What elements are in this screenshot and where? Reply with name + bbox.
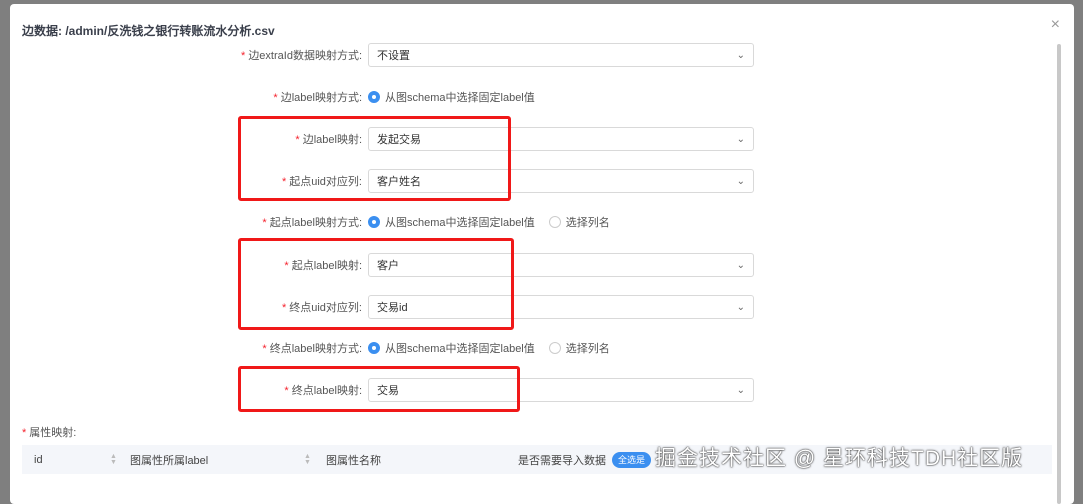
radio-fixed-label[interactable]: 从图schema中选择固定label值 (368, 89, 535, 105)
col-label[interactable]: 图属性所属label (130, 452, 208, 468)
radio-unchecked-icon (548, 342, 561, 354)
highlight-box (238, 238, 514, 330)
chevron-down-icon: ⌄ (736, 175, 745, 187)
extraid-select[interactable]: 不设置 ⌄ (368, 43, 754, 67)
required-mark: * (262, 343, 267, 355)
src-label-mode-row: * 起点label映射方式: 从图schema中选择固定label值 选择列名 (10, 210, 770, 234)
required-mark: * (262, 217, 267, 229)
radio-checked-icon (368, 91, 380, 103)
highlight-box (238, 116, 511, 201)
radio-fixed-label[interactable]: 从图schema中选择固定label值 (368, 340, 535, 356)
required-mark: * (22, 427, 27, 439)
radio-label: 从图schema中选择固定label值 (385, 343, 535, 355)
radio-label: 从图schema中选择固定label值 (385, 92, 535, 104)
sort-icon[interactable]: ▲ ▼ (304, 453, 311, 466)
radio-label: 选择列名 (565, 217, 610, 229)
dst-label-mode-label: 终点label映射方式: (269, 343, 362, 355)
sort-icon[interactable]: ▲ ▼ (110, 453, 117, 466)
select-all-toggle[interactable]: 全选是 (612, 451, 652, 468)
col-import-label: 是否需要导入数据 (518, 454, 606, 467)
edge-label-mode-row: * 边label映射方式: 从图schema中选择固定label值 (10, 85, 770, 109)
extraid-label: 边extraId数据映射方式: (248, 50, 362, 62)
extraid-value: 不设置 (377, 50, 410, 62)
watermark: 掘金技术社区 @ 星环科技TDH社区版 (655, 447, 1024, 470)
required-mark: * (273, 92, 278, 104)
radio-checked-icon (368, 216, 380, 228)
highlight-box (238, 366, 520, 412)
dst-label-mode-row: * 终点label映射方式: 从图schema中选择固定label值 选择列名 (10, 336, 770, 360)
attr-label-text: 属性映射: (29, 427, 77, 439)
attr-mapping-label: * 属性映射: (22, 424, 76, 440)
edge-data-modal: 边数据: /admin/反洗钱之银行转账流水分析.csv × * 边extraId… (10, 4, 1074, 504)
radio-label: 从图schema中选择固定label值 (385, 217, 535, 229)
src-label-mode-label: 起点label映射方式: (269, 217, 362, 229)
modal-title: 边数据: /admin/反洗钱之银行转账流水分析.csv (22, 24, 275, 38)
close-icon[interactable]: × (1051, 16, 1060, 34)
chevron-down-icon: ⌄ (736, 301, 745, 313)
chevron-down-icon: ⌄ (736, 49, 745, 61)
required-mark: * (241, 50, 246, 62)
chevron-down-icon: ⌄ (736, 259, 745, 271)
chevron-down-icon: ⌄ (736, 384, 745, 396)
extraid-row: * 边extraId数据映射方式: 不设置 ⌄ (10, 43, 770, 67)
radio-fixed-label[interactable]: 从图schema中选择固定label值 (368, 214, 535, 230)
radio-label: 选择列名 (565, 343, 610, 355)
col-id[interactable]: id (34, 454, 43, 466)
radio-column-name[interactable]: 选择列名 (548, 214, 610, 230)
edge-label-mode-label: 边label映射方式: (280, 92, 362, 104)
col-prop-name: 图属性名称 (326, 454, 381, 467)
radio-unchecked-icon (548, 216, 561, 228)
chevron-down-icon: ⌄ (736, 133, 745, 145)
radio-checked-icon (368, 342, 380, 354)
radio-column-name[interactable]: 选择列名 (548, 340, 610, 356)
col-import: 是否需要导入数据 全选是 (518, 451, 652, 468)
scrollbar[interactable] (1057, 44, 1061, 504)
